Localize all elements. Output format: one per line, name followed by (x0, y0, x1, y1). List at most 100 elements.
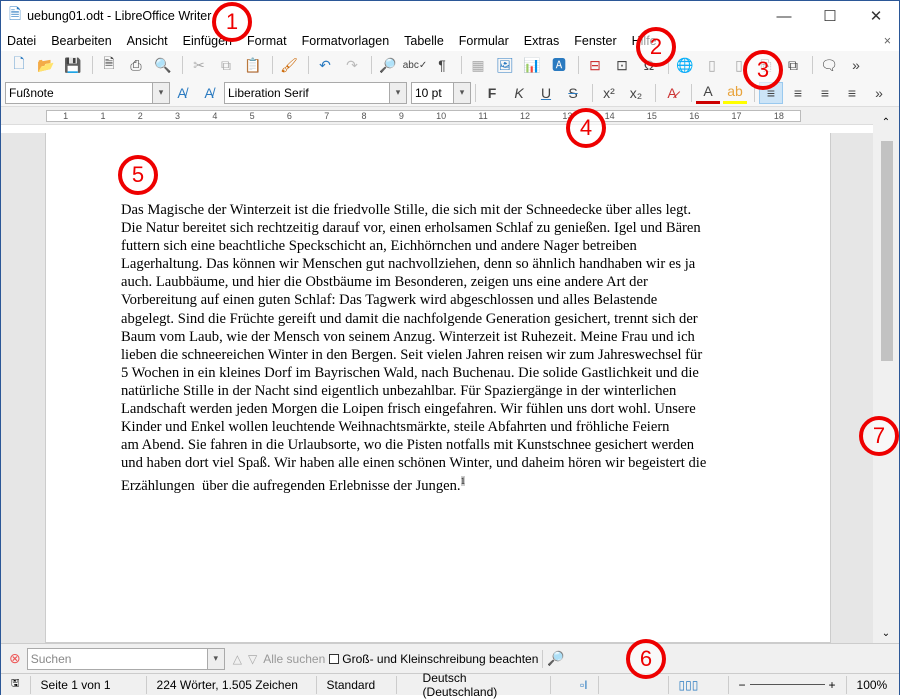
scrollbar-thumb[interactable] (881, 141, 893, 361)
find-next-icon[interactable]: ▽ (248, 652, 257, 666)
menu-bearbeiten[interactable]: Bearbeiten (51, 34, 111, 48)
clone-formatting-icon[interactable]: 🖌 (277, 54, 301, 76)
menu-tabelle[interactable]: Tabelle (404, 34, 444, 48)
open-folder-icon[interactable]: 📂 (34, 54, 58, 76)
insert-table-icon[interactable]: ▦ (466, 54, 490, 76)
font-name-select[interactable]: Liberation Serif▾ (224, 82, 407, 104)
menu-formatvorlagen[interactable]: Formatvorlagen (302, 34, 390, 48)
find-all-button[interactable]: Alle suchen (263, 652, 325, 666)
text-line[interactable]: Vorbereitung auf einen guten Schlaf: Das… (121, 291, 706, 309)
insert-chart-icon[interactable]: 📊 (520, 54, 544, 76)
underline-button[interactable]: U (534, 82, 558, 104)
update-style-icon[interactable]: A̸ (170, 82, 194, 104)
justify-icon[interactable]: ≡ (840, 82, 864, 104)
view-layout-icon[interactable]: ▯▯▯ (669, 676, 729, 694)
close-find-icon[interactable]: ⊗ (9, 650, 21, 667)
superscript-button[interactable]: x² (597, 82, 621, 104)
document-text[interactable]: Das Magische der Winterzeit ist die frie… (121, 201, 706, 495)
paste-icon[interactable]: 📋 (241, 54, 265, 76)
menu-extras[interactable]: Extras (524, 34, 559, 48)
text-line[interactable]: Die Natur bereitet sich rechtzeitig dara… (121, 219, 706, 237)
new-document-icon[interactable]: 🗋 (7, 54, 31, 76)
match-case-checkbox[interactable] (329, 654, 339, 664)
horizontal-ruler[interactable]: 1123456789101112131415161718 (1, 107, 899, 125)
export-pdf-icon[interactable]: 🗎 (97, 54, 121, 76)
bold-button[interactable]: F (480, 82, 504, 104)
more-format-icon[interactable]: » (867, 82, 891, 104)
align-center-icon[interactable]: ≡ (786, 82, 810, 104)
zoom-level[interactable]: 100% (847, 676, 898, 694)
new-style-icon[interactable]: A̸ (197, 82, 221, 104)
scroll-up-icon[interactable]: ⌃ (873, 113, 899, 128)
close-document-button[interactable]: × (884, 34, 891, 48)
clear-formatting-icon[interactable]: A̷ (660, 82, 684, 104)
find-replace-icon[interactable]: 🔎 (547, 650, 564, 667)
text-line[interactable]: Das Magische der Winterzeit ist die frie… (121, 201, 706, 219)
cut-icon[interactable]: ✂ (187, 54, 211, 76)
annotation-marker-3: 3 (743, 50, 783, 90)
insert-textbox-icon[interactable]: 🅰 (547, 54, 571, 76)
scroll-down-icon[interactable]: ⌄ (873, 628, 899, 639)
minimize-button[interactable]: — (761, 1, 807, 31)
search-input[interactable]: Suchen▾ (27, 648, 225, 670)
menu-format[interactable]: Format (247, 34, 287, 48)
highlight-color-icon[interactable]: ab (723, 82, 747, 104)
text-line[interactable]: am Abend. Sie fahren in die Urlaubsorte,… (121, 436, 706, 454)
text-line[interactable]: Baum vom Laub, wie der Mensch von seinem… (121, 328, 706, 346)
formatting-marks-icon[interactable]: ¶ (430, 54, 454, 76)
spellcheck-icon[interactable]: abc✓ (403, 54, 427, 76)
copy-icon[interactable]: ⧉ (214, 54, 238, 76)
text-line[interactable]: auch. Laubbäume, und hier die Obstbäume … (121, 273, 706, 291)
page-break-icon[interactable]: ⊟ (583, 54, 607, 76)
text-line[interactable]: Lagerhaltung. Das können wir Menschen gu… (121, 255, 706, 273)
language[interactable]: Deutsch (Deutschland) (397, 676, 551, 694)
print-icon[interactable]: ⎙ (124, 54, 148, 76)
page-style[interactable]: Standard (317, 676, 397, 694)
document-page[interactable]: Das Magische der Winterzeit ist die frie… (45, 133, 831, 643)
text-line[interactable]: futtern sich eine beachtliche Speckschic… (121, 237, 706, 255)
text-line[interactable]: und haben dort viel Spaß. Wir haben alle… (121, 454, 706, 472)
word-count[interactable]: 224 Wörter, 1.505 Zeichen (147, 676, 317, 694)
align-right-icon[interactable]: ≡ (813, 82, 837, 104)
save-icon[interactable]: 💾 (61, 54, 85, 76)
writer-doc-icon: 🗎 (9, 4, 21, 29)
undo-icon[interactable]: ↶ (313, 54, 337, 76)
zoom-slider[interactable]: −+ (729, 676, 847, 694)
page-count[interactable]: Seite 1 von 1 (31, 676, 147, 694)
paragraph-style-select[interactable]: Fußnote▾ (5, 82, 170, 104)
find-replace-icon[interactable]: 🔎 (376, 54, 400, 76)
footnote-icon[interactable]: ▯ (700, 54, 724, 76)
text-line[interactable]: Landschaft werden jeden Morgen die Loipe… (121, 400, 706, 418)
comment-icon[interactable]: 🗨 (817, 54, 841, 76)
font-color-icon[interactable]: A (696, 82, 720, 104)
menu-ansicht[interactable]: Ansicht (127, 34, 168, 48)
text-line[interactable]: abgelegt. Sind die Früchte gereift und d… (121, 310, 706, 328)
insert-image-icon[interactable]: 🖼 (493, 54, 517, 76)
italic-button[interactable]: K (507, 82, 531, 104)
redo-icon[interactable]: ↷ (340, 54, 364, 76)
footnote-anchor[interactable]: 1 (461, 476, 466, 486)
text-line[interactable]: natürliche Stille in der Nacht sind eige… (121, 382, 706, 400)
close-button[interactable]: ✕ (853, 1, 899, 31)
vertical-scrollbar[interactable]: ⌃ ⌄ (873, 113, 899, 643)
text-line[interactable]: lieben die schneereichen Winter in den B… (121, 346, 706, 364)
insert-field-icon[interactable]: ⊡ (610, 54, 634, 76)
selection-mode-icon[interactable]: ▫I (551, 676, 599, 694)
menu-datei[interactable]: Datei (7, 34, 36, 48)
match-case-label[interactable]: Groß- und Kleinschreibung beachten (342, 652, 538, 666)
menu-fenster[interactable]: Fenster (574, 34, 616, 48)
maximize-button[interactable]: ☐ (807, 1, 853, 31)
find-previous-icon[interactable]: △ (233, 652, 242, 666)
text-line[interactable]: Kinder und Enkel wollen leuchtende Weihn… (121, 418, 706, 436)
save-status-icon: 🖫 (1, 676, 31, 694)
more-toolbar-icon[interactable]: » (844, 54, 868, 76)
font-size-select[interactable]: 10 pt▾ (411, 82, 471, 104)
print-preview-icon[interactable]: 🔍 (151, 54, 175, 76)
strikethrough-button[interactable]: S (561, 82, 585, 104)
hyperlink-icon[interactable]: 🌐 (673, 54, 697, 76)
subscript-button[interactable]: x₂ (624, 82, 648, 104)
text-line[interactable]: Erzählungen über die aufregenden Erlebni… (121, 472, 706, 495)
text-line[interactable]: 5 Wochen in ein kleines Dorf im Bayrisch… (121, 364, 706, 382)
menu-formular[interactable]: Formular (459, 34, 509, 48)
cross-reference-icon[interactable]: ⧉ (781, 54, 805, 76)
